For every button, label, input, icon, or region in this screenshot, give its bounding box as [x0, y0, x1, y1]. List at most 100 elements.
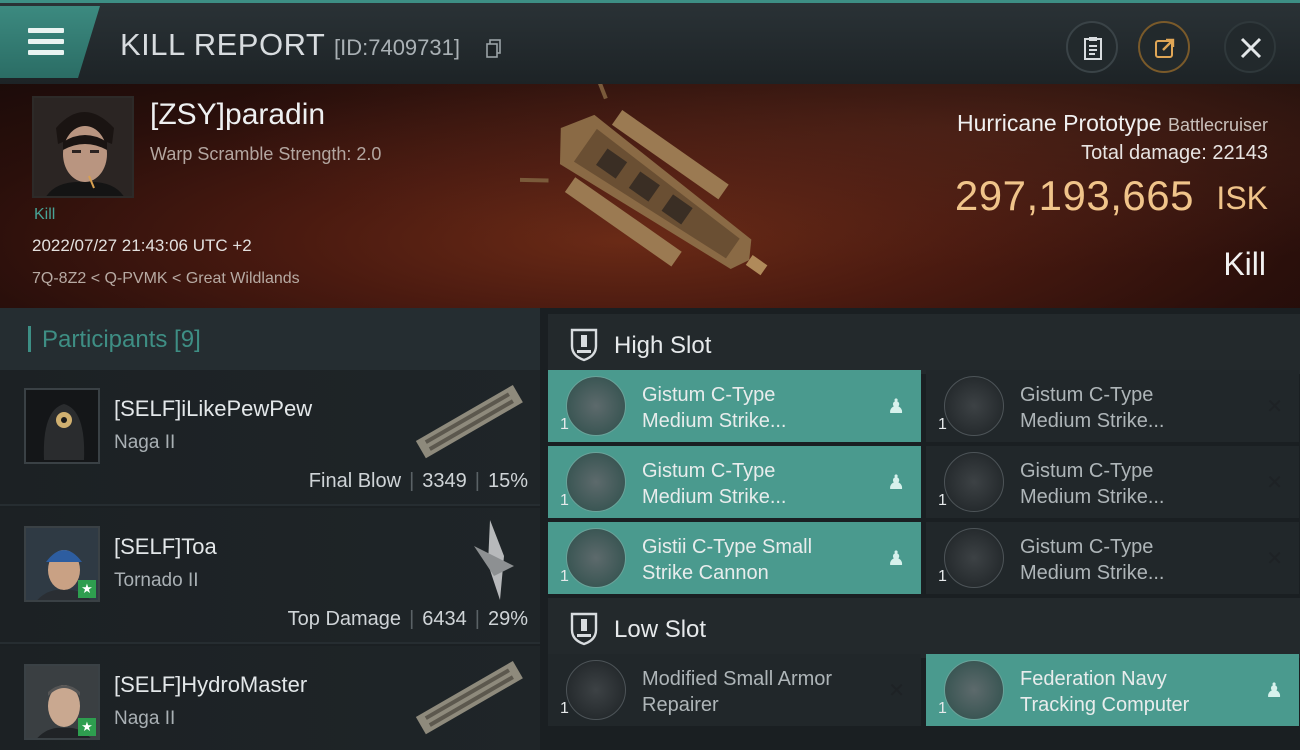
person-icon: ♟	[1265, 680, 1283, 702]
kill-tag: Kill	[34, 206, 56, 223]
participant-percent: 29%	[487, 608, 528, 630]
participant-ship-image	[415, 384, 523, 459]
participant-damage: 3349	[422, 470, 467, 492]
armor-repairer-icon	[566, 660, 626, 720]
participant-name: [SELF]iLikePewPew	[114, 396, 313, 421]
isk-unit: ISK	[1216, 180, 1268, 216]
participant-name: [SELF]HydroMaster	[114, 672, 308, 697]
ship-type-name: Hurricane Prototype	[957, 110, 1162, 136]
participant-role: Final Blow	[308, 470, 402, 492]
victim-name[interactable]: [ZSY]paradin	[150, 98, 325, 132]
high-slot-label: High Slot	[614, 332, 712, 359]
participant-name: [SELF]Toa	[114, 534, 217, 559]
turret-icon	[944, 452, 1004, 512]
participant-row[interactable]: ★ [SELF]HydroMaster Naga II	[0, 646, 540, 750]
x-icon: ✕	[1266, 396, 1283, 418]
participant-percent: 15%	[487, 470, 528, 492]
x-icon: ✕	[888, 680, 905, 702]
turret-icon	[566, 452, 626, 512]
star-icon: ★	[78, 718, 96, 736]
person-icon: ♟	[887, 396, 905, 418]
close-icon	[1240, 37, 1262, 59]
module-item[interactable]: 1 Gistum C-Type Medium Strike... ✕	[926, 370, 1299, 442]
turret-icon	[944, 528, 1004, 588]
warp-scramble-strength: Warp Scramble Strength: 2.0	[150, 144, 382, 164]
kill-location[interactable]: 7Q-8Z2 < Q-PVMK < Great Wildlands	[32, 270, 300, 288]
participant-stats: Final Blow | 3349 | 15%	[308, 470, 528, 492]
isk-value: 297,193,665	[954, 172, 1194, 219]
participants-label: Participants [9]	[42, 326, 201, 353]
clipboard-icon	[1084, 37, 1102, 60]
participant-damage: 6434	[422, 608, 467, 630]
victim-avatar[interactable]	[32, 96, 134, 198]
module-name: Gistum C-Type Medium Strike...	[1020, 384, 1165, 432]
turret-icon	[566, 528, 626, 588]
page-title: KILL REPORT	[120, 27, 326, 62]
participant-ship-image	[415, 660, 523, 735]
total-damage-label: Total damage:	[1081, 142, 1207, 164]
participant-ship-image	[474, 520, 514, 600]
victim-banner: [ZSY]paradin Warp Scramble Strength: 2.0…	[0, 84, 1300, 308]
module-item[interactable]: 1 Modified Small Armor Repairer ✕	[548, 654, 921, 726]
module-name: Gistum C-Type Medium Strike...	[642, 460, 787, 508]
module-item[interactable]: 1 Gistum C-Type Medium Strike... ✕	[926, 446, 1299, 518]
module-name: Federation Navy Tracking Computer	[1020, 668, 1190, 716]
shield-icon	[570, 612, 598, 646]
participant-ship: Naga II	[114, 708, 176, 729]
module-qty: 1	[938, 568, 947, 585]
module-item[interactable]: 1 Gistii C-Type Small Strike Cannon ♟	[548, 522, 921, 594]
module-item[interactable]: 1 Gistum C-Type Medium Strike... ✕	[926, 522, 1299, 594]
tracking-computer-icon	[944, 660, 1004, 720]
module-name: Gistum C-Type Medium Strike...	[1020, 460, 1165, 508]
turret-icon	[566, 376, 626, 436]
menu-button[interactable]	[0, 6, 100, 78]
participant-stats: Top Damage | 6434 | 29%	[287, 608, 528, 630]
participant-row[interactable]: [SELF]iLikePewPew Naga II Final Blow | 334…	[0, 370, 540, 506]
module-qty: 1	[560, 700, 569, 717]
ship-class: Battlecruiser	[1167, 115, 1268, 135]
module-qty: 1	[560, 492, 569, 509]
kill-result: Kill	[1223, 246, 1266, 282]
module-qty: 1	[938, 492, 947, 509]
avatar	[24, 388, 100, 464]
participants-header: Participants [9]	[0, 308, 540, 370]
header-accent-bar	[28, 326, 31, 352]
avatar: ★	[24, 664, 100, 740]
hamburger-icon	[28, 28, 64, 56]
module-item[interactable]: 1 Federation Navy Tracking Computer ♟	[926, 654, 1299, 726]
module-qty: 1	[938, 416, 947, 433]
module-name: Gistum C-Type Medium Strike...	[642, 384, 787, 432]
victim-ship-image[interactable]	[520, 84, 790, 304]
module-qty: 1	[938, 700, 947, 717]
turret-icon	[944, 376, 1004, 436]
module-item[interactable]: 1 Gistum C-Type Medium Strike... ♟	[548, 446, 921, 518]
avatar: ★	[24, 526, 100, 602]
person-icon: ♟	[887, 472, 905, 494]
x-icon: ✕	[1266, 548, 1283, 570]
title-bar: KILL REPORT [ID:7409731]	[0, 0, 1300, 84]
participant-ship: Naga II	[114, 432, 176, 453]
kill-datetime: 2022/07/27 21:43:06 UTC +2	[32, 236, 252, 255]
fitting-panel: High Slot 1 Gistum C-Type Medium Strike..…	[540, 308, 1300, 750]
low-slot-header: Low Slot	[548, 598, 1300, 658]
total-damage-value: 22143	[1212, 142, 1268, 164]
module-name: Gistii C-Type Small Strike Cannon	[642, 536, 813, 584]
share-icon	[1155, 38, 1175, 58]
module-item[interactable]: 1 Gistum C-Type Medium Strike... ♟	[548, 370, 921, 442]
share-button[interactable]	[1138, 21, 1190, 73]
person-icon: ♟	[887, 548, 905, 570]
total-damage: Total damage: 22143	[1081, 142, 1268, 165]
report-id: [ID:7409731]	[334, 35, 460, 60]
participant-row[interactable]: ★ [SELF]Toa Tornado II Top Damage | 6434 | 2…	[0, 508, 540, 644]
high-slot-header: High Slot	[548, 314, 1300, 374]
clipboard-button[interactable]	[1066, 21, 1118, 73]
participant-role: Top Damage	[287, 608, 402, 630]
close-button[interactable]	[1224, 21, 1276, 73]
ship-name[interactable]: Hurricane Prototype Battlecruiser	[957, 110, 1268, 137]
portrait-image	[34, 98, 132, 196]
low-slot-label: Low Slot	[614, 616, 707, 643]
module-qty: 1	[560, 568, 569, 585]
module-qty: 1	[560, 416, 569, 433]
copy-icon[interactable]	[486, 39, 502, 59]
x-icon: ✕	[1266, 472, 1283, 494]
